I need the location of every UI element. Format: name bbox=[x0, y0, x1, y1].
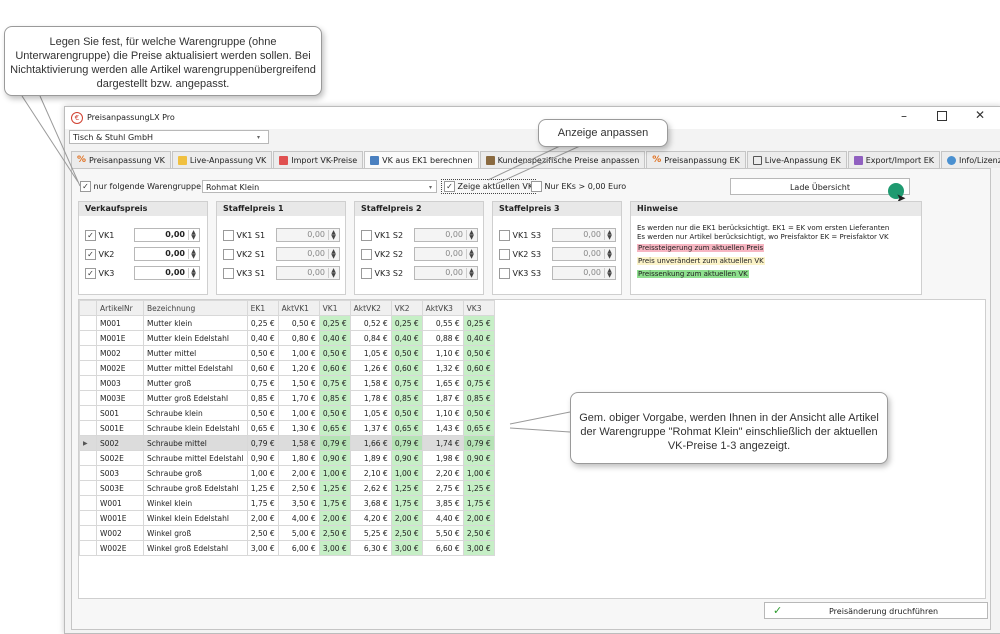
callout-grid-text: Gem. obiger Vorgabe, werden Ihnen in der… bbox=[579, 412, 879, 452]
callout-anzeige-text: Anzeige anpassen bbox=[557, 127, 649, 139]
callout-grid: Gem. obiger Vorgabe, werden Ihnen in der… bbox=[570, 392, 888, 464]
callout-warengruppe-text: Legen Sie fest, für welche Warengruppe (… bbox=[10, 36, 316, 90]
callout-anzeige: Anzeige anpassen bbox=[538, 119, 668, 147]
callout-warengruppe: Legen Sie fest, für welche Warengruppe (… bbox=[4, 26, 322, 96]
